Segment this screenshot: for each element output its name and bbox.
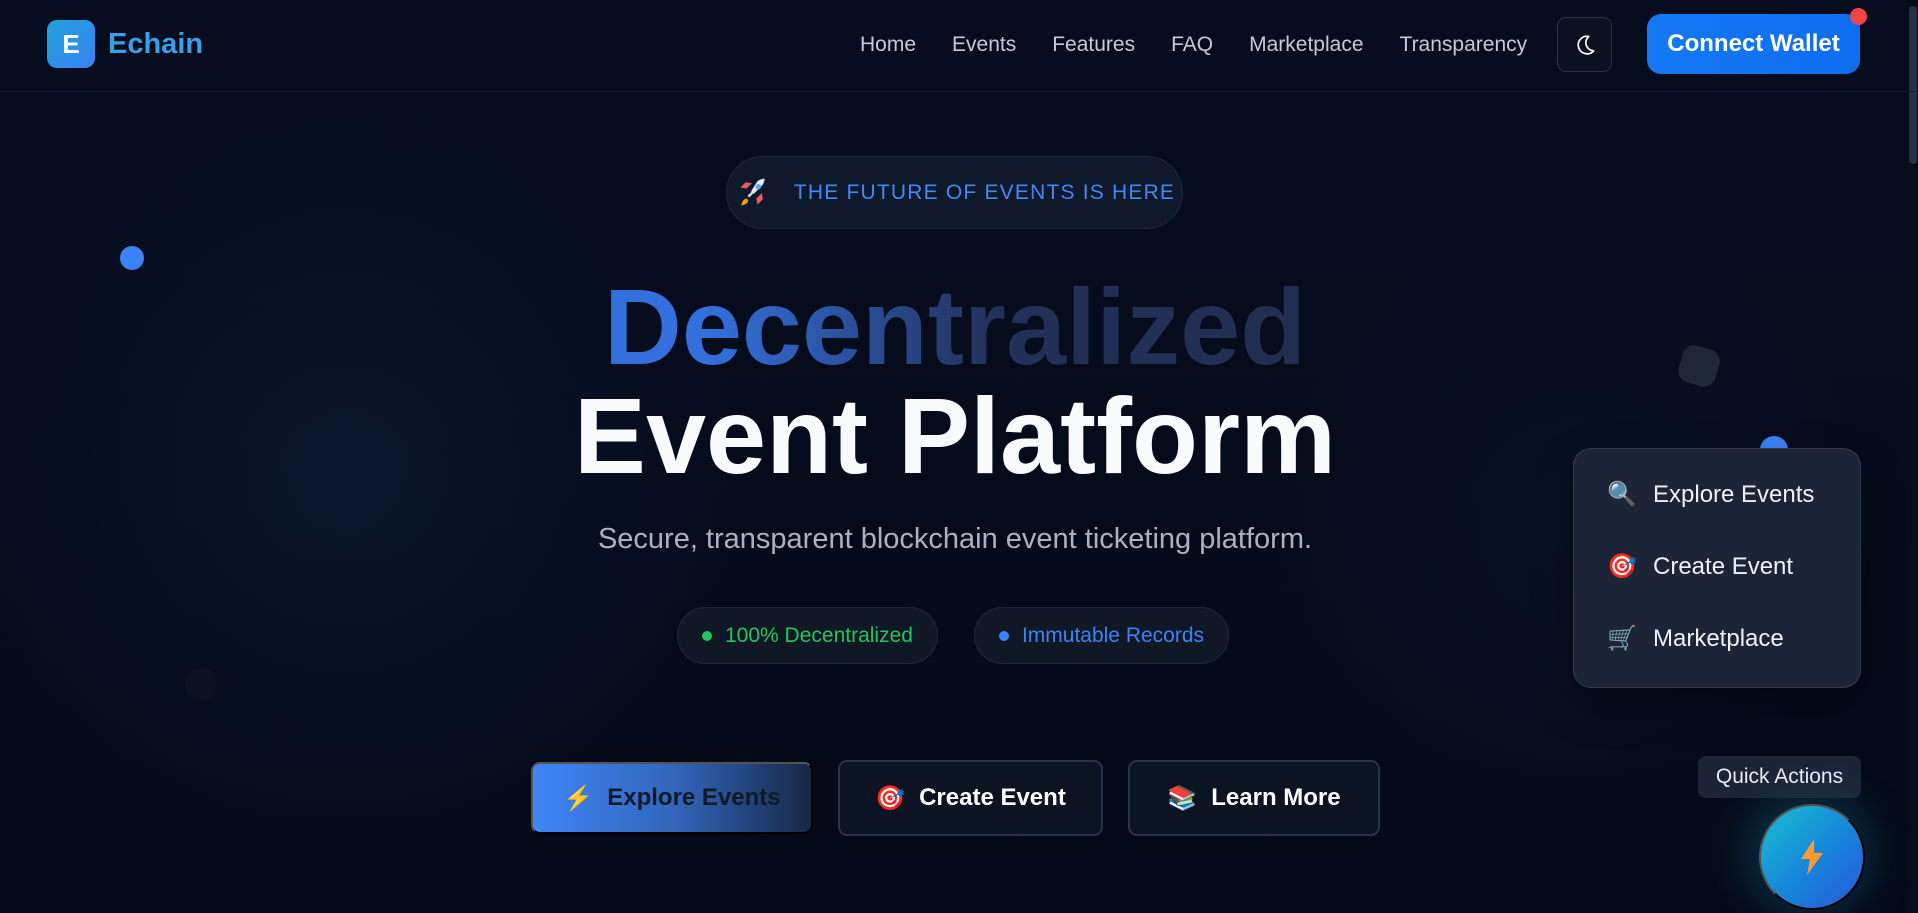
nav-events[interactable]: Events [952, 33, 1016, 57]
brand[interactable]: E Echain [47, 20, 203, 68]
nav-faq[interactable]: FAQ [1171, 33, 1213, 57]
green-status-dot [702, 630, 712, 641]
decorative-blue-dot [120, 246, 144, 270]
quick-menu-marketplace-label: Marketplace [1653, 624, 1784, 652]
hero-feature-pills: 100% Decentralized Immutable Records [677, 607, 1265, 664]
notification-dot [1850, 8, 1867, 25]
nav-features[interactable]: Features [1052, 33, 1135, 57]
learn-more-label: Learn More [1211, 784, 1341, 811]
top-navigation: E Echain Home Events Features FAQ Market… [0, 0, 1918, 92]
explore-events-button[interactable]: ⚡ Explore Events [531, 762, 813, 834]
immutable-records-pill: Immutable Records [973, 607, 1230, 664]
magnifier-icon: 🔍 [1607, 481, 1637, 508]
blue-status-dot [998, 630, 1009, 641]
moon-icon [1576, 34, 1594, 55]
quick-menu-create-label: Create Event [1653, 552, 1794, 580]
decentralized-pill-label: 100% Decentralized [725, 623, 913, 647]
cart-icon: 🛒 [1607, 625, 1637, 652]
lightning-icon: ⚡ [563, 784, 594, 812]
hero-badge-text: THE FUTURE OF EVENTS IS HERE [793, 180, 1176, 204]
decentralized-pill: 100% Decentralized [677, 607, 938, 664]
explore-events-label: Explore Events [607, 784, 781, 811]
nav-links: Home Events Features FAQ Marketplace Tra… [860, 33, 1563, 57]
quick-actions-tooltip: Quick Actions [1698, 756, 1861, 798]
hero-cta-buttons: ⚡ Explore Events 🎯 Create Event 📚 Learn … [531, 760, 1405, 836]
hero-headline-decentralized: Decentralized [0, 272, 1910, 382]
connect-wallet-button[interactable]: Connect Wallet [1647, 14, 1860, 74]
quick-actions-button[interactable] [1759, 804, 1865, 910]
rocket-icon [740, 178, 765, 206]
lightning-icon [1801, 839, 1823, 875]
quick-actions-menu: 🔍 Explore Events 🎯 Create Event 🛒 Market… [1573, 448, 1861, 688]
learn-more-button[interactable]: 📚 Learn More [1128, 760, 1380, 836]
create-event-label: Create Event [919, 784, 1066, 811]
quick-menu-marketplace[interactable]: 🛒 Marketplace [1607, 624, 1784, 653]
theme-toggle-button[interactable] [1557, 17, 1612, 72]
nav-home[interactable]: Home [860, 33, 916, 57]
nav-marketplace[interactable]: Marketplace [1249, 33, 1363, 57]
brand-name: Echain [108, 27, 204, 60]
books-icon: 📚 [1167, 784, 1198, 812]
target-icon: 🎯 [875, 784, 906, 812]
quick-menu-explore-events[interactable]: 🔍 Explore Events [1607, 480, 1814, 509]
brand-logo: E [47, 20, 95, 68]
quick-menu-create-event[interactable]: 🎯 Create Event [1607, 552, 1793, 581]
decorative-dark-dot [185, 668, 217, 700]
target-icon: 🎯 [1607, 553, 1637, 580]
immutable-records-pill-label: Immutable Records [1021, 623, 1205, 647]
quick-menu-explore-label: Explore Events [1653, 480, 1815, 508]
hero-badge: THE FUTURE OF EVENTS IS HERE [726, 156, 1183, 229]
create-event-button[interactable]: 🎯 Create Event [838, 760, 1103, 836]
nav-transparency[interactable]: Transparency [1400, 33, 1528, 57]
